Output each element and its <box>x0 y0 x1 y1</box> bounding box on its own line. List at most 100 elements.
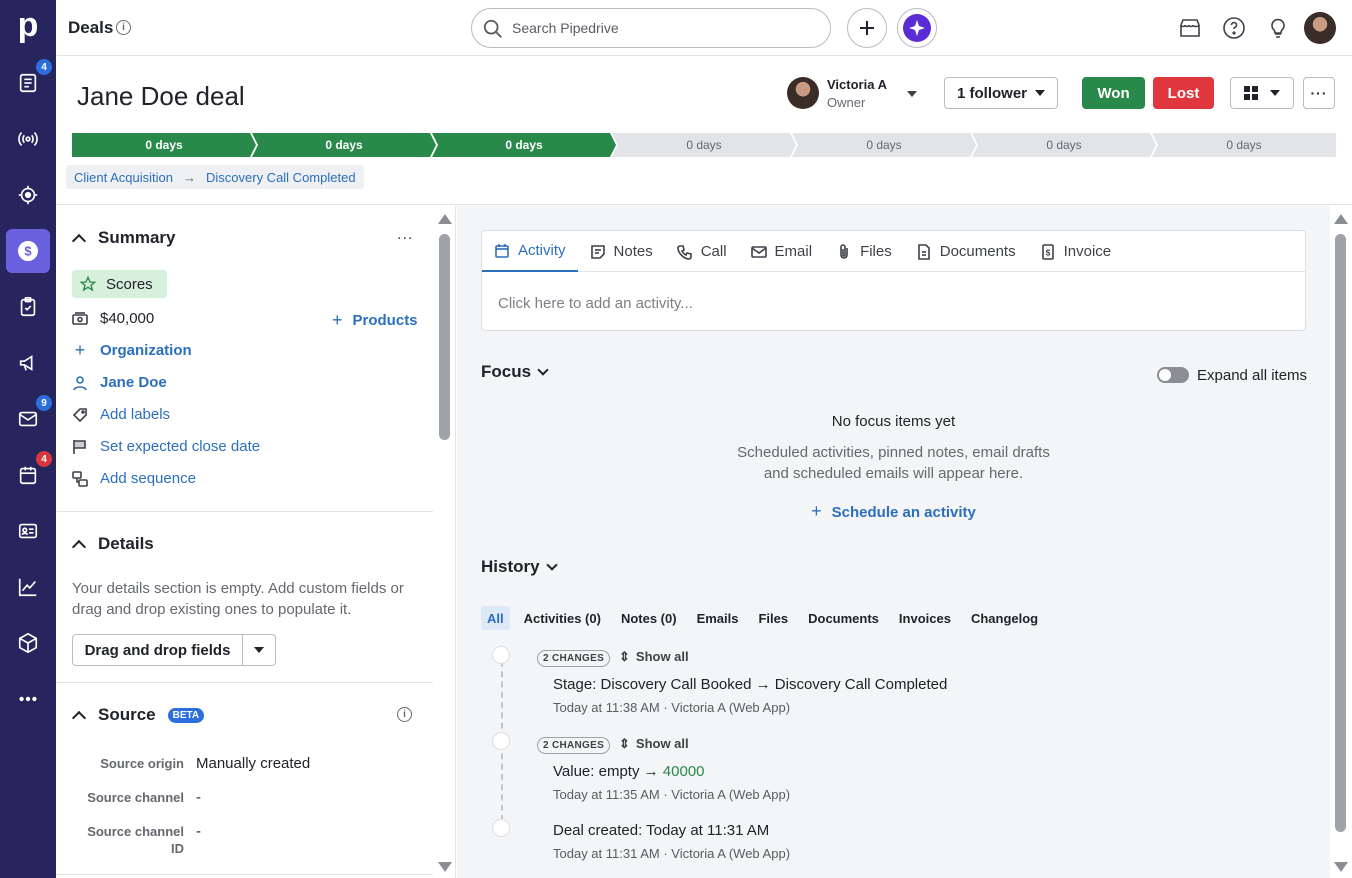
pipeline-stage[interactable]: 0 days <box>72 133 256 157</box>
info-icon[interactable]: i <box>116 20 131 35</box>
history-sep: : <box>592 676 601 693</box>
tips-lightbulb-icon[interactable] <box>1266 16 1290 40</box>
scroll-down-arrow[interactable] <box>438 862 452 872</box>
person-link[interactable]: Jane Doe <box>72 374 167 391</box>
breadcrumb-pipeline[interactable]: Client Acquisition <box>74 170 173 185</box>
scroll-up-arrow[interactable] <box>1334 214 1348 224</box>
scroll-down-arrow[interactable] <box>1334 862 1348 872</box>
pipeline-stage[interactable]: 0 days <box>432 133 616 157</box>
leads-icon <box>19 73 37 93</box>
tab-files[interactable]: Files <box>824 231 904 272</box>
pipeline-stage[interactable]: 0 days <box>252 133 436 157</box>
pipeline-stage[interactable]: 0 days <box>972 133 1156 157</box>
owner-dropdown-icon[interactable] <box>907 91 917 97</box>
lost-button[interactable]: Lost <box>1153 77 1214 109</box>
pipeline-stage[interactable]: 0 days <box>612 133 796 157</box>
source-header[interactable]: Source BETA <box>70 705 205 725</box>
source-origin-value[interactable]: Manually created <box>196 755 310 772</box>
expand-all-toggle[interactable] <box>1157 367 1189 383</box>
nav-calendar[interactable]: 4 <box>6 451 52 497</box>
add-activity-input[interactable]: Click here to add an activity... <box>498 295 693 312</box>
page-title: Deals <box>68 18 114 37</box>
followers-button[interactable]: 1 follower <box>944 77 1058 109</box>
nav-campaigns[interactable] <box>6 341 50 385</box>
main-scrollbar[interactable] <box>1330 206 1352 878</box>
marketplace-icon[interactable] <box>1178 16 1202 40</box>
timeline-dot <box>492 819 510 837</box>
summary-header[interactable]: Summary <box>70 228 175 248</box>
ai-assistant-button[interactable] <box>897 8 937 48</box>
tab-activity[interactable]: Activity <box>482 231 578 272</box>
tab-notes[interactable]: Notes <box>578 231 665 272</box>
user-avatar[interactable] <box>1304 12 1336 44</box>
source-channel-id-value[interactable]: - <box>196 823 201 840</box>
nav-mail[interactable]: 9 <box>6 395 52 441</box>
person-name: Jane Doe <box>100 374 167 391</box>
history-tab-files[interactable]: Files <box>758 606 788 630</box>
deal-title[interactable]: Jane Doe deal <box>77 81 245 112</box>
source-channel-id-label: Source channel ID <box>56 823 184 857</box>
details-header[interactable]: Details <box>70 534 154 554</box>
more-actions-button[interactable]: ··· <box>1303 77 1335 109</box>
pipeline-stage[interactable]: 0 days <box>792 133 976 157</box>
nav-tasks[interactable] <box>6 285 50 329</box>
left-scrollbar[interactable] <box>434 206 456 878</box>
tab-call[interactable]: Call <box>665 231 739 272</box>
info-icon[interactable]: i <box>397 707 412 722</box>
divider <box>56 874 433 875</box>
tab-documents[interactable]: Documents <box>904 231 1028 272</box>
scores-badge[interactable]: Scores <box>72 270 167 298</box>
scroll-up-arrow[interactable] <box>438 214 452 224</box>
plus-icon: + <box>332 310 343 330</box>
history-header[interactable]: History <box>481 557 558 577</box>
set-close-date-button[interactable]: Set expected close date <box>72 438 260 455</box>
history-tab-all[interactable]: All <box>481 606 510 630</box>
show-all-button[interactable]: ⇕ Show all <box>619 736 689 752</box>
tab-label: Call <box>700 243 727 260</box>
quick-add-button[interactable] <box>847 8 887 48</box>
history-tab-invoices[interactable]: Invoices <box>899 606 951 630</box>
won-button[interactable]: Won <box>1082 77 1145 109</box>
pipeline-stage[interactable]: 0 days <box>1152 133 1336 157</box>
add-products-button[interactable]: + Products <box>332 310 418 331</box>
tab-invoice[interactable]: $ Invoice <box>1028 231 1124 272</box>
search-input[interactable]: Search Pipedrive <box>471 8 831 48</box>
tab-email[interactable]: Email <box>739 231 825 272</box>
pipedrive-logo[interactable]: p <box>14 8 42 44</box>
nav-deals[interactable]: $ <box>6 229 50 273</box>
history-tab-documents[interactable]: Documents <box>808 606 879 630</box>
focus-empty-line: Scheduled activities, pinned notes, emai… <box>737 444 1050 461</box>
divider <box>56 511 433 512</box>
add-sequence-button[interactable]: Add sequence <box>72 470 196 487</box>
scroll-thumb[interactable] <box>1335 234 1346 832</box>
history-tab-activities[interactable]: Activities (0) <box>524 606 601 630</box>
show-all-button[interactable]: ⇕ Show all <box>619 649 689 665</box>
nav-target[interactable] <box>6 173 50 217</box>
drag-drop-dropdown-button[interactable] <box>243 635 275 665</box>
deal-value-row[interactable]: $40,000 <box>72 310 154 327</box>
source-channel-value[interactable]: - <box>196 789 201 806</box>
scroll-thumb[interactable] <box>439 234 450 440</box>
schedule-activity-button[interactable]: + Schedule an activity <box>457 501 1330 522</box>
layout-switcher-button[interactable] <box>1230 77 1294 109</box>
deals-dollar-icon: $ <box>18 241 38 261</box>
phone-icon <box>676 244 692 260</box>
help-icon[interactable] <box>1222 16 1246 40</box>
nav-contacts[interactable] <box>6 509 50 553</box>
products-label: Products <box>352 312 418 329</box>
add-labels-button[interactable]: Add labels <box>72 406 170 423</box>
history-tab-changelog[interactable]: Changelog <box>971 606 1038 630</box>
focus-header[interactable]: Focus <box>481 362 549 382</box>
drag-drop-fields-button[interactable]: Drag and drop fields <box>73 635 243 665</box>
nav-insights[interactable] <box>6 565 50 609</box>
add-organization-button[interactable]: + Organization <box>72 340 192 360</box>
summary-more-button[interactable]: ... <box>397 226 413 244</box>
owner-name[interactable]: Victoria A <box>827 77 887 92</box>
breadcrumb-stage[interactable]: Discovery Call Completed <box>206 170 356 185</box>
history-tab-emails[interactable]: Emails <box>697 606 739 630</box>
nav-products[interactable] <box>6 621 50 665</box>
nav-more[interactable] <box>6 677 50 721</box>
nav-leads[interactable]: 4 <box>6 59 52 105</box>
history-tab-notes[interactable]: Notes (0) <box>621 606 677 630</box>
nav-broadcast[interactable] <box>6 117 50 161</box>
